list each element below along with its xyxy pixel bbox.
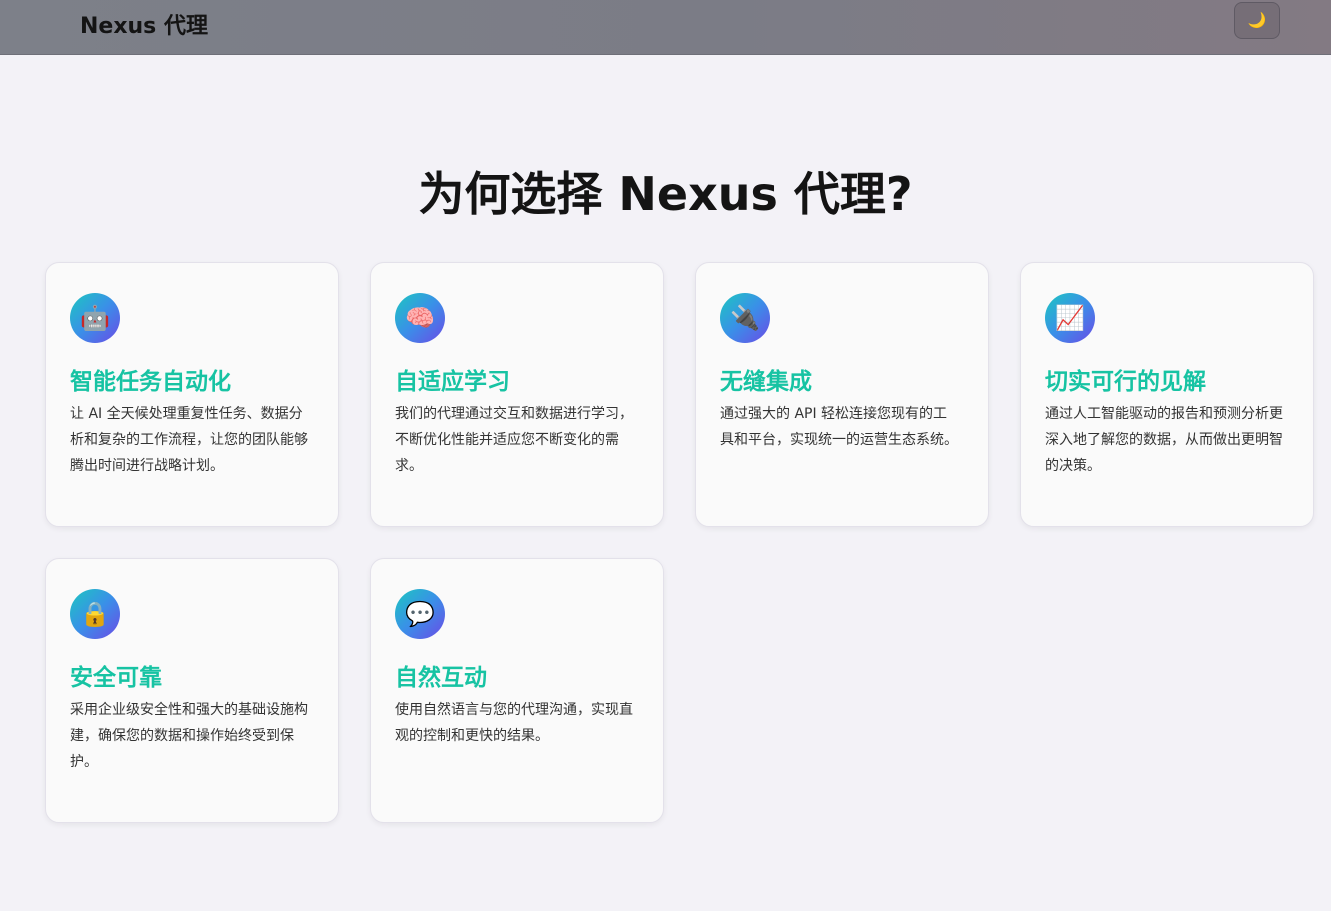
speech-bubble-icon: 💬	[395, 589, 445, 639]
feature-card-insights: 📈 切实可行的见解 通过人工智能驱动的报告和预测分析更深入地了解您的数据，从而做…	[1020, 262, 1314, 527]
feature-card-description: 通过人工智能驱动的报告和预测分析更深入地了解您的数据，从而做出更明智的决策。	[1045, 406, 1283, 474]
feature-card-natural-interaction: 💬 自然互动 使用自然语言与您的代理沟通，实现直观的控制和更快的结果。	[370, 558, 664, 823]
feature-card-description: 通过强大的 API 轻松连接您现有的工具和平台，实现统一的运营生态系统。	[720, 406, 958, 448]
feature-card-title: 安全可靠	[70, 665, 162, 691]
section-title: 为何选择 Nexus 代理?	[418, 167, 913, 221]
feature-card-description: 让 AI 全天候处理重复性任务、数据分析和复杂的工作流程，让您的团队能够腾出时间…	[70, 406, 308, 474]
feature-card-title: 自然互动	[395, 665, 487, 691]
feature-card-automation: 🤖 智能任务自动化 让 AI 全天候处理重复性任务、数据分析和复杂的工作流程，让…	[45, 262, 339, 527]
brain-icon: 🧠	[395, 293, 445, 343]
lock-icon: 🔒	[70, 589, 120, 639]
moon-icon: 🌙	[1247, 12, 1267, 29]
brand-logo-text[interactable]: Nexus 代理	[80, 8, 208, 40]
feature-card-adaptive-learning: 🧠 自适应学习 我们的代理通过交互和数据进行学习，不断优化性能并适应您不断变化的…	[370, 262, 664, 527]
feature-card-integration: 🔌 无缝集成 通过强大的 API 轻松连接您现有的工具和平台，实现统一的运营生态…	[695, 262, 989, 527]
chart-icon: 📈	[1045, 293, 1095, 343]
feature-card-title: 自适应学习	[395, 369, 510, 395]
feature-card-security: 🔒 安全可靠 采用企业级安全性和强大的基础设施构建，确保您的数据和操作始终受到保…	[45, 558, 339, 823]
feature-card-description: 采用企业级安全性和强大的基础设施构建，确保您的数据和操作始终受到保护。	[70, 702, 308, 770]
top-nav-bar: Nexus 代理 🌙	[0, 0, 1331, 55]
feature-card-title: 智能任务自动化	[70, 369, 231, 395]
feature-card-title: 无缝集成	[720, 369, 812, 395]
theme-toggle-button[interactable]: 🌙	[1234, 2, 1280, 39]
robot-icon: 🤖	[70, 293, 120, 343]
feature-card-description: 使用自然语言与您的代理沟通，实现直观的控制和更快的结果。	[395, 702, 633, 744]
feature-card-title: 切实可行的见解	[1045, 369, 1206, 395]
feature-card-description: 我们的代理通过交互和数据进行学习，不断优化性能并适应您不断变化的需求。	[395, 406, 633, 474]
plug-icon: 🔌	[720, 293, 770, 343]
